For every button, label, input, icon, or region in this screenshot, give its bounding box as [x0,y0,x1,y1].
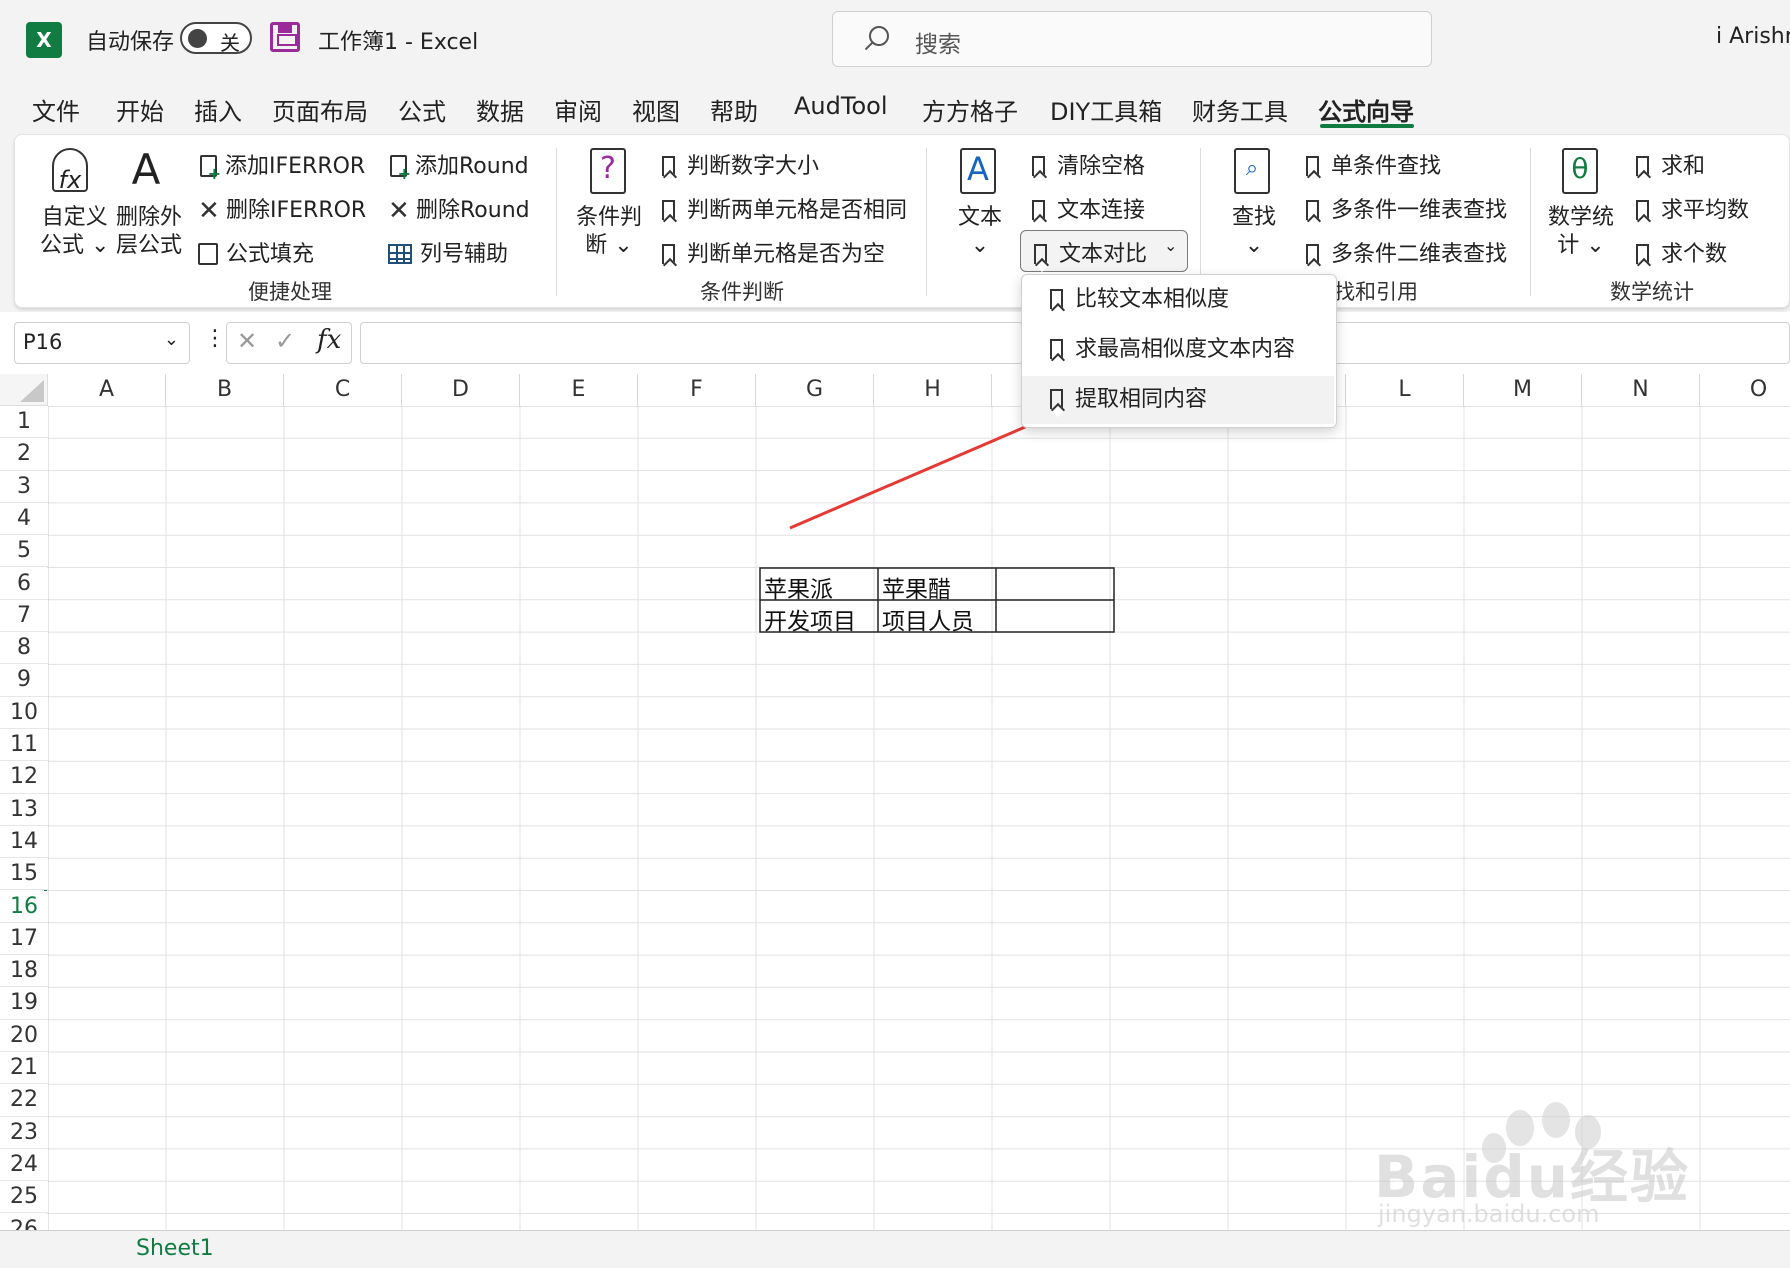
menu-item-label: 提取相同内容 [1075,387,1208,412]
sheet-tab[interactable]: Sheet1 [122,1230,228,1268]
menu-item-highest-similarity[interactable]: 求最高相似度文本内容 [1022,326,1334,374]
excel-window: X 自动保存 关 工作簿1 - Excel 搜索 i Arishn 文件 开始 … [0,0,1790,1268]
bookmark-icon [1050,289,1063,309]
bookmark-icon [1050,389,1063,409]
watermark-url: jingyan.baidu.com [1378,1200,1600,1228]
menu-item-extract-same[interactable]: 提取相同内容 [1022,376,1334,424]
baidu-watermark: Baidu经验 jingyan.baidu.com [1368,1092,1708,1232]
sheet-tab-bar [0,1230,1790,1268]
menu-item-label: 比较文本相似度 [1075,287,1230,312]
annotation-arrow [789,404,1076,530]
menu-item-compare-similarity[interactable]: 比较文本相似度 [1022,276,1334,324]
bookmark-icon [1050,339,1063,359]
menu-item-label: 求最高相似度文本内容 [1075,337,1296,362]
